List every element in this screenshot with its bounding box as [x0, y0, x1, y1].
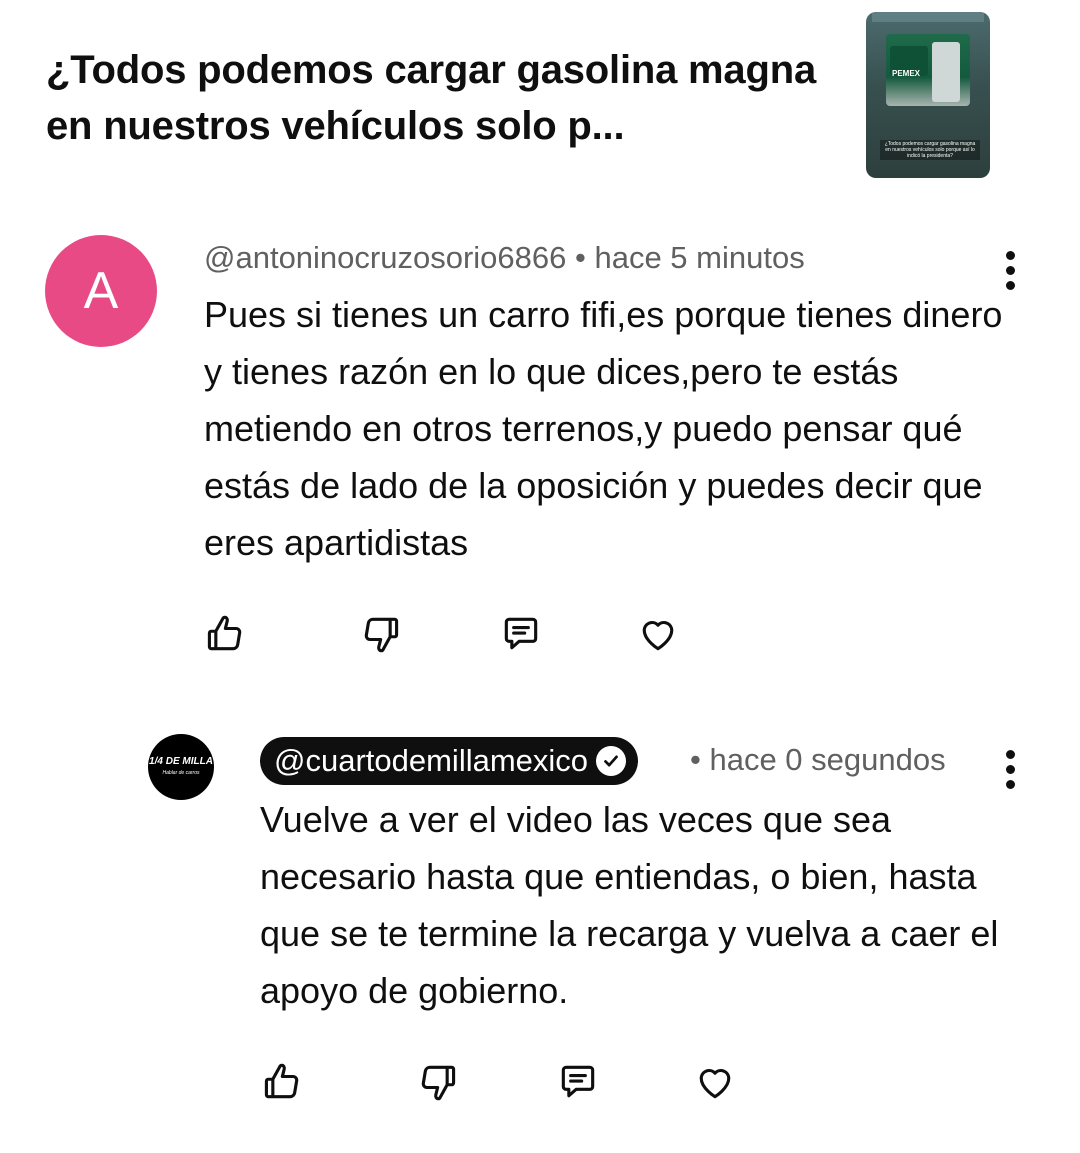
comment-time: hace 5 minutos [594, 240, 805, 275]
reply-icon[interactable] [556, 1060, 600, 1104]
verified-check-icon [596, 746, 627, 776]
comment-author[interactable]: @antoninocruzosorio6866 [204, 240, 566, 275]
like-icon[interactable] [203, 612, 247, 656]
reply-meta: • hace 0 segundos [690, 742, 946, 778]
comment-actions [0, 612, 1080, 656]
reply-text: Vuelve a ver el video las veces que sea … [260, 799, 999, 1011]
channel-avatar-subtext: Hablar de carros [162, 770, 200, 776]
like-icon[interactable] [260, 1060, 304, 1104]
heart-icon[interactable] [636, 612, 680, 656]
thumbnail-caption: ¿Todos podemos cargar gasolina magna en … [880, 140, 980, 160]
reply-actions [0, 1060, 1080, 1104]
reply-author: @cuartodemillamexico [274, 743, 589, 778]
heart-icon[interactable] [693, 1060, 737, 1104]
reply-icon[interactable] [499, 612, 543, 656]
reply-author-badge[interactable]: @cuartodemillamexico [260, 737, 639, 785]
channel-avatar-text: 1/4 DE MILLA [149, 756, 213, 767]
video-title[interactable]: ¿Todos podemos cargar gasolina magna en … [46, 42, 836, 154]
dislike-icon[interactable] [416, 1060, 460, 1104]
thumbnail-stripe [872, 12, 984, 22]
channel-avatar[interactable]: 1/4 DE MILLA Hablar de carros [148, 734, 214, 800]
avatar[interactable]: A [45, 235, 157, 347]
reply-time: hace 0 segundos [709, 742, 946, 777]
pemex-logo-text: PEMEX [892, 69, 921, 78]
video-thumbnail[interactable]: PEMEX ¿Todos podemos cargar gasolina mag… [866, 12, 990, 178]
thumbnail-pump [932, 42, 960, 102]
meta-separator: • [566, 240, 595, 275]
meta-separator: • [690, 742, 710, 777]
dislike-icon[interactable] [359, 612, 403, 656]
comment-meta: @antoninocruzosorio6866 • hace 5 minutos [204, 240, 805, 276]
more-options-icon[interactable] [1000, 750, 1020, 795]
comment-text: Pues si tienes un carro fifi,es porque t… [204, 294, 1003, 563]
comments-page: ¿Todos podemos cargar gasolina magna en … [0, 0, 1080, 1153]
